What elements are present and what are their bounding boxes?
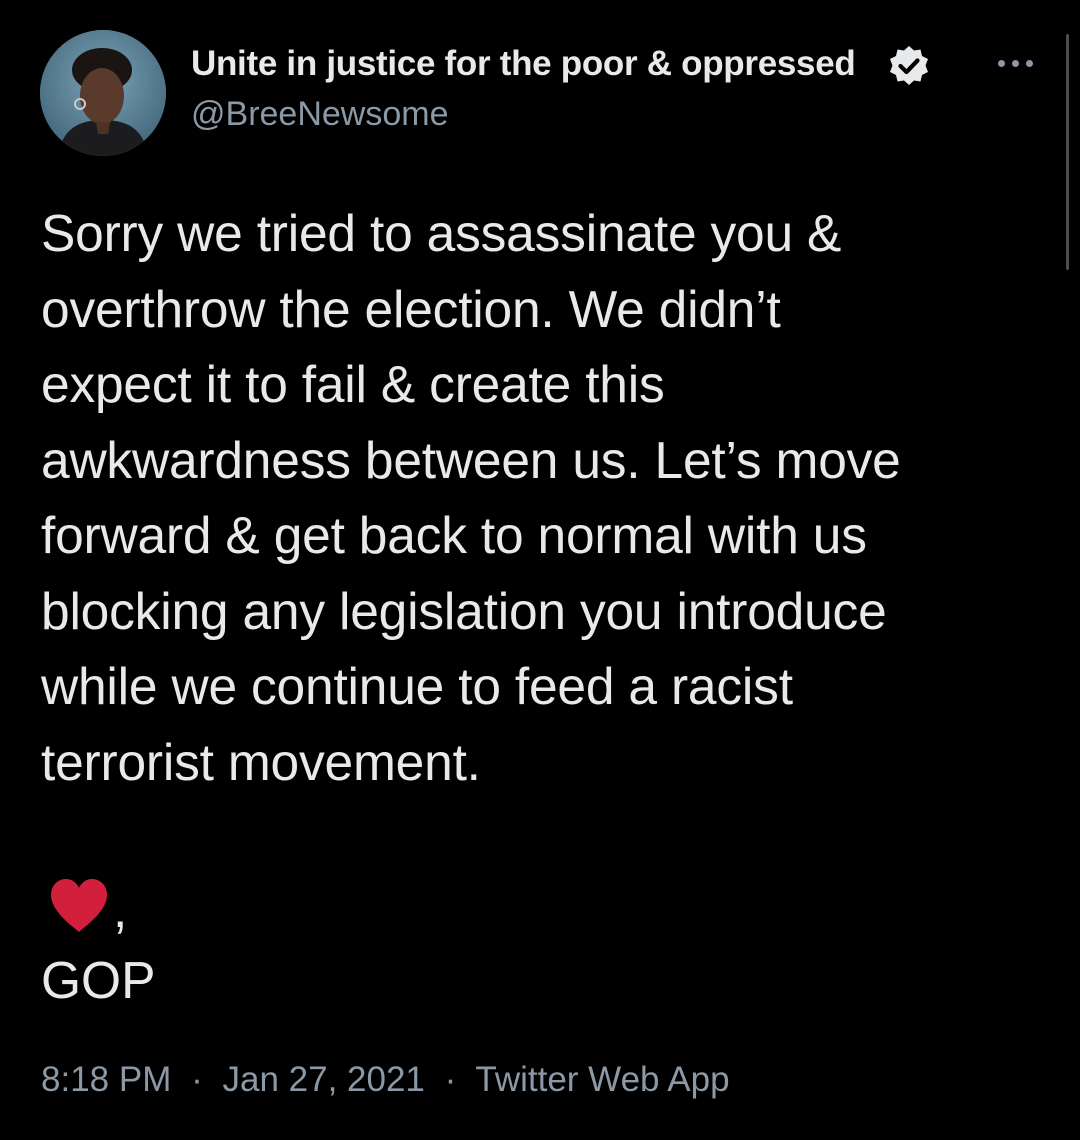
tweet-text: Sorry we tried to assassinate you & over… <box>41 196 1051 800</box>
author-display-name[interactable]: Unite in justice for the poor & oppresse… <box>191 44 856 84</box>
tweet-signoff: , GOP <box>41 868 155 1018</box>
meta-separator: · <box>444 1060 457 1099</box>
tweet-text-line: awkwardness between us. Let’s move <box>41 430 901 489</box>
verified-badge-icon <box>890 46 928 85</box>
tweet-card: Unite in justice for the poor & oppresse… <box>0 0 1080 1140</box>
tweet-text-line: overthrow the election. We didn’t <box>41 279 781 338</box>
tweet-text-line: expect it to fail & create this <box>41 355 665 413</box>
avatar[interactable] <box>40 30 166 156</box>
more-dot-icon <box>1026 60 1033 67</box>
tweet-date[interactable]: Jan 27, 2021 <box>222 1060 424 1099</box>
tweet-time[interactable]: 8:18 PM <box>41 1060 171 1099</box>
author-handle[interactable]: @BreeNewsome <box>191 95 449 134</box>
closing-comma: , <box>113 880 128 938</box>
tweet-text-line: forward & get back to normal with us <box>41 506 867 564</box>
meta-separator: · <box>191 1060 203 1099</box>
more-options-button[interactable] <box>994 50 1038 78</box>
tweet-signature: GOP <box>41 951 156 1009</box>
red-heart-icon <box>51 879 107 932</box>
tweet-text-line: blocking any legislation you introduce <box>41 581 887 640</box>
scrollbar[interactable] <box>1066 34 1069 270</box>
tweet-metadata: 8:18 PM · Jan 27, 2021 · Twitter Web App <box>41 1060 730 1100</box>
tweet-text-line: terrorist movement. <box>41 732 481 791</box>
tweet-source-link[interactable]: Twitter Web App <box>475 1060 729 1099</box>
avatar-portrait <box>40 30 166 156</box>
more-dot-icon <box>998 60 1005 67</box>
more-dot-icon <box>1012 60 1019 67</box>
tweet-text-line: Sorry we tried to assassinate you & <box>41 204 842 262</box>
tweet-text-line: while we continue to feed a racist <box>41 657 793 715</box>
